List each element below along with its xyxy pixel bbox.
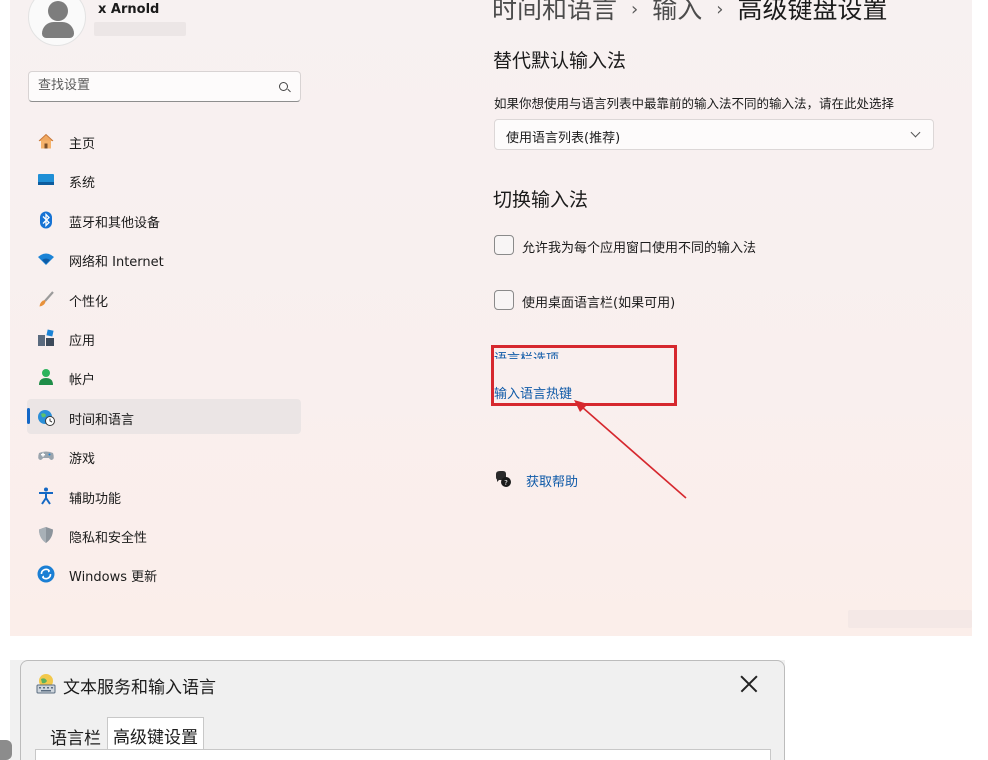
settings-window: x Arnold 主页 系统 蓝牙和其他设备 bbox=[10, 0, 972, 636]
watermark-blur bbox=[848, 610, 972, 628]
text-services-dialog: 文本服务和输入语言 语言栏 高级键设置 bbox=[10, 660, 785, 760]
svg-text:?: ? bbox=[504, 479, 508, 487]
tab-language-bar[interactable]: 语言栏 bbox=[45, 721, 106, 749]
get-help-link[interactable]: 获取帮助 bbox=[526, 471, 578, 490]
help-icon: ? bbox=[496, 471, 511, 487]
tab-advanced-key-settings[interactable]: 高级键设置 bbox=[107, 717, 204, 749]
close-icon[interactable] bbox=[740, 675, 758, 693]
dialog-frame: 文本服务和输入语言 语言栏 高级键设置 bbox=[20, 660, 785, 760]
annotation-arrow bbox=[574, 400, 687, 499]
keyboard-globe-icon bbox=[36, 674, 56, 694]
background-window-edge bbox=[0, 740, 12, 760]
tab-panel bbox=[35, 749, 771, 760]
dialog-title: 文本服务和输入语言 bbox=[63, 678, 216, 698]
